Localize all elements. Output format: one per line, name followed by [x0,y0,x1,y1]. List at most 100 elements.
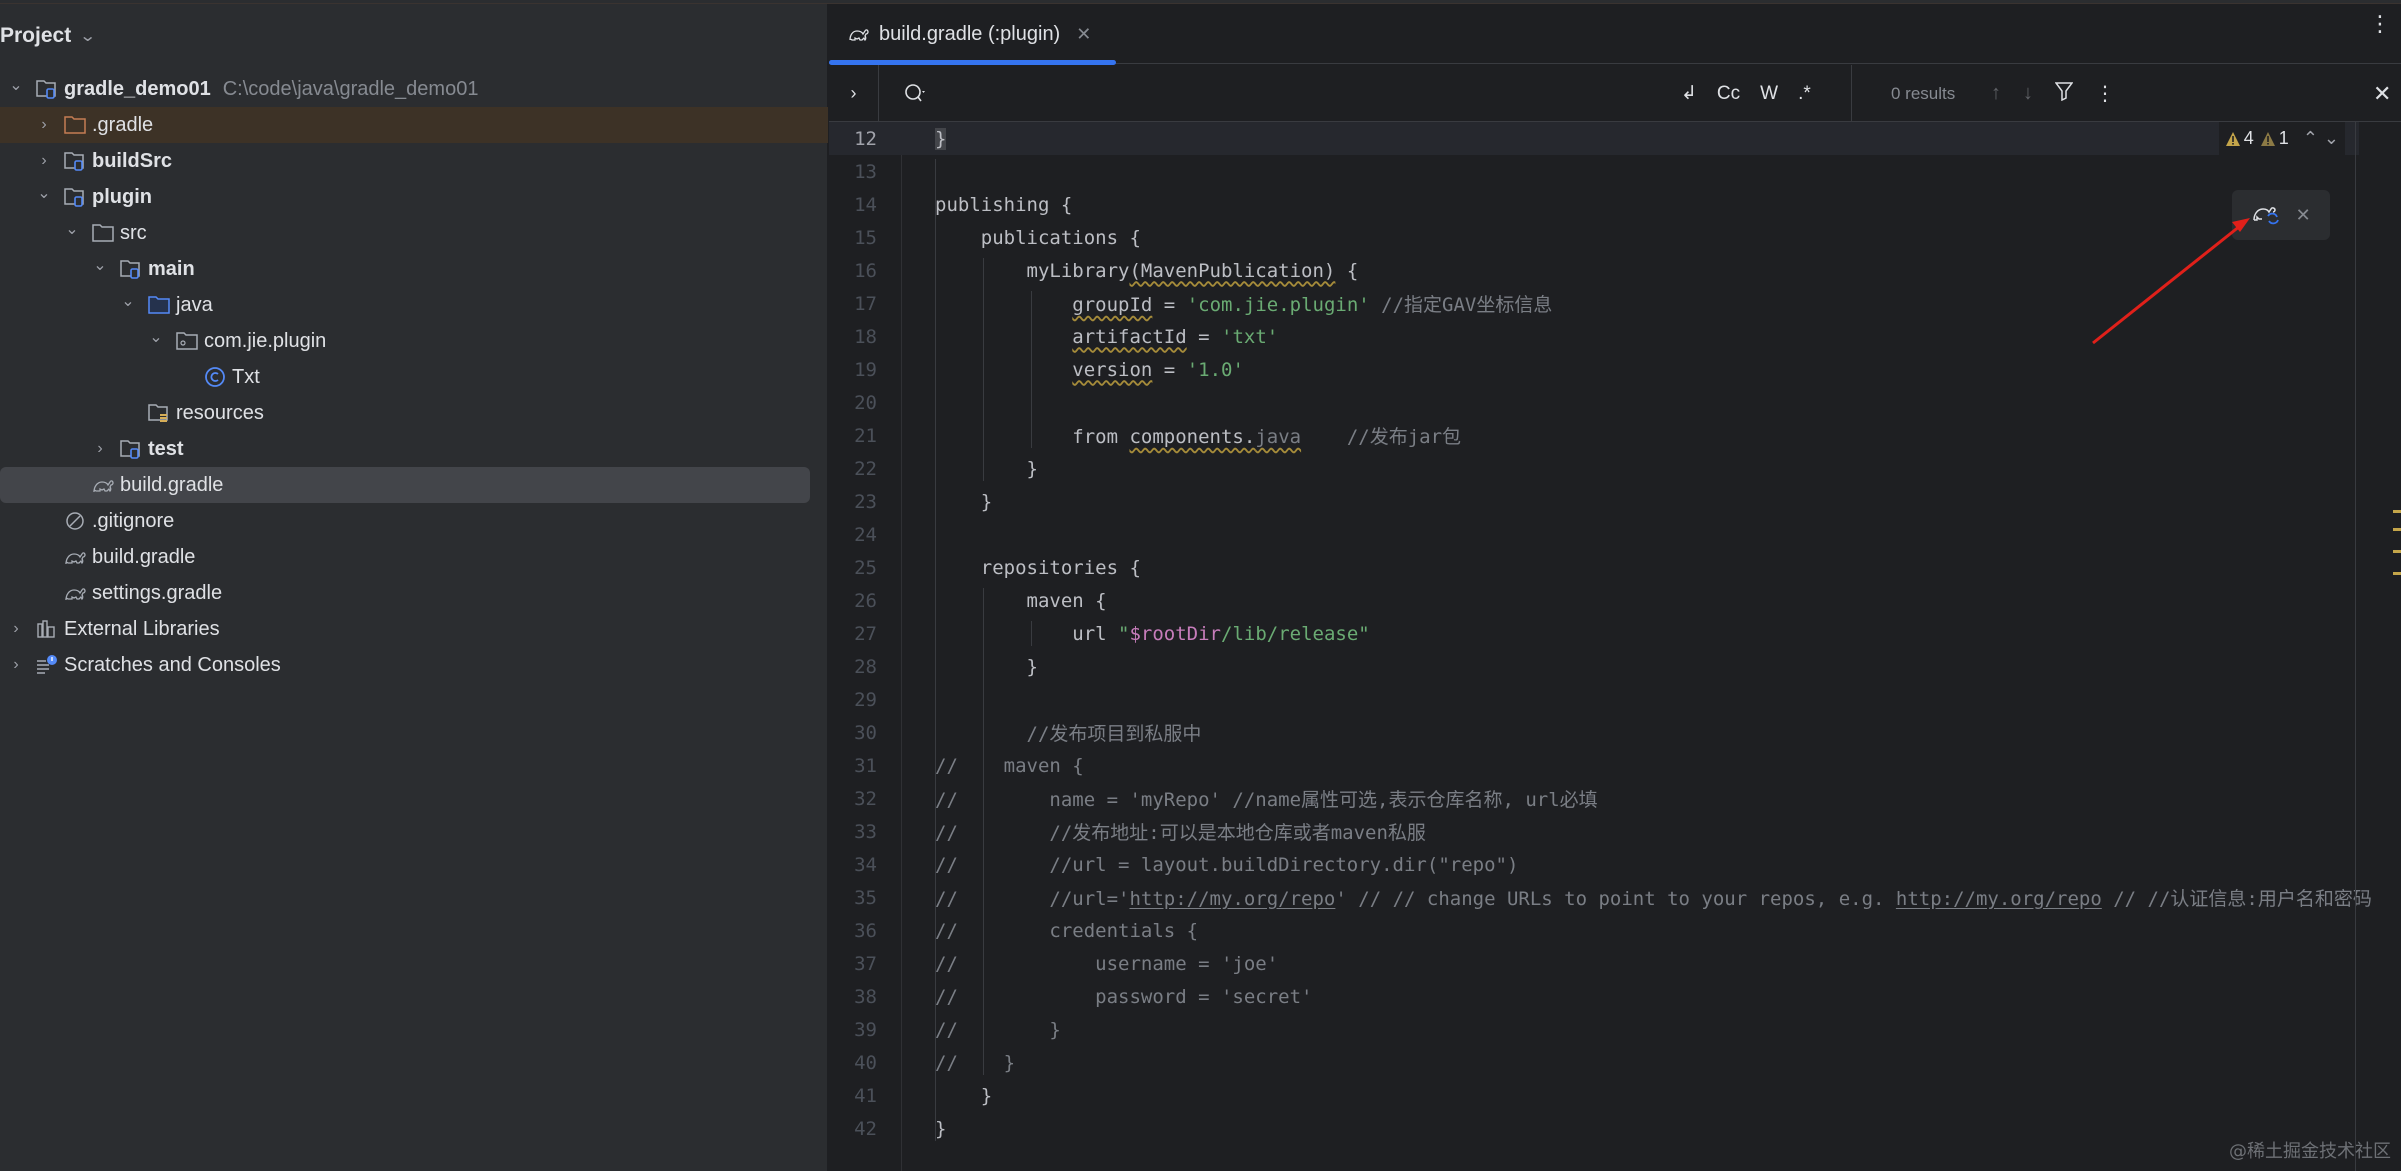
code-line[interactable]: 21 from components.java //发布jar包 [829,419,2359,452]
code-line[interactable]: 27 url "$rootDir/lib/release" [829,617,2359,650]
code-line[interactable]: 38 // password = 'secret' [829,980,2359,1013]
code-line[interactable]: 41 } [829,1079,2359,1112]
whole-words-option[interactable]: W [1760,83,1778,105]
line-number[interactable]: 23 [829,491,877,513]
tree-item[interactable]: ⌄ src [0,215,828,251]
code-line[interactable]: 28 } [829,650,2359,683]
weak-warnings-count[interactable]: 1 [2260,128,2289,149]
search-history-icon[interactable] [901,79,931,109]
line-number[interactable]: 42 [829,1118,877,1140]
tree-item[interactable]: ›resources [0,395,828,431]
line-number[interactable]: 38 [829,986,877,1008]
line-number[interactable]: 26 [829,590,877,612]
line-number[interactable]: 14 [829,194,877,216]
tree-item[interactable]: ›Txt [0,359,828,395]
warning-marker[interactable] [2393,550,2401,553]
previous-highlight-icon[interactable]: ⌃ [2303,128,2318,149]
code-line[interactable]: 37 // username = 'joe' [829,947,2359,980]
line-number[interactable]: 18 [829,326,877,348]
tree-item[interactable]: ›.gitignore [0,503,828,539]
chevron-right-icon[interactable]: › [6,619,26,639]
code-line[interactable]: 16 myLibrary(MavenPublication) { [829,254,2359,287]
close-find-icon[interactable]: ✕ [2373,65,2401,122]
line-number[interactable]: 13 [829,161,877,183]
expand-replace-toggle[interactable]: › [829,65,879,122]
tree-item[interactable]: › External Libraries [0,611,828,647]
code-line[interactable]: 42} [829,1112,2359,1145]
line-number[interactable]: 20 [829,392,877,414]
line-number[interactable]: 16 [829,260,877,282]
code-line[interactable]: 39 // } [829,1013,2359,1046]
project-view-selector[interactable]: Project ⌄ [0,18,97,54]
code-line[interactable]: 12} [829,122,2359,155]
tree-item[interactable]: › test [0,431,828,467]
chevron-down-icon[interactable]: ⌄ [118,291,138,311]
tree-item[interactable]: ⌄ com.jie.plugin [0,323,828,359]
code-line[interactable]: 22 } [829,452,2359,485]
code-line[interactable]: 19 version = '1.0' [829,353,2359,386]
line-number[interactable]: 34 [829,854,877,876]
warnings-count[interactable]: 4 [2225,128,2254,149]
more-tabs-icon[interactable]: ⋮ [2369,13,2391,35]
code-line[interactable]: 13 [829,155,2359,188]
code-line[interactable]: 35 // //url='http://my.org/repo' // // ch… [829,881,2372,914]
line-number[interactable]: 22 [829,458,877,480]
tab-build-gradle-plugin[interactable]: build.gradle (:plugin) ✕ [829,4,1116,65]
line-number[interactable]: 32 [829,788,877,810]
line-number[interactable]: 31 [829,755,877,777]
code-line[interactable]: 23 } [829,485,2359,518]
gradle-sync-icon[interactable] [2251,200,2281,231]
tree-item[interactable]: ⌄ gradle_demo01 C:\code\java\gradle_demo01 [0,71,828,107]
line-number[interactable]: 41 [829,1085,877,1107]
line-number[interactable]: 24 [829,524,877,546]
code-line[interactable]: 15 publications { [829,221,2359,254]
code-line[interactable]: 18 artifactId = 'txt' [829,320,2359,353]
tree-item[interactable]: ›build.gradle [0,467,810,503]
filter-icon[interactable] [2054,81,2074,107]
line-number[interactable]: 36 [829,920,877,942]
code-line[interactable]: 32 // name = 'myRepo' //name属性可选,表示仓库名称, … [829,782,2359,815]
chevron-right-icon[interactable]: › [34,115,54,135]
next-occurrence-icon[interactable]: ↓ [2023,82,2033,105]
previous-occurrence-icon[interactable]: ↑ [1991,82,2001,105]
tree-item[interactable]: ⌄ main [0,251,828,287]
chevron-down-icon[interactable]: ⌄ [146,327,166,347]
chevron-right-icon[interactable]: › [6,655,26,675]
code-line[interactable]: 36 // credentials { [829,914,2359,947]
line-number[interactable]: 28 [829,656,877,678]
code-line[interactable]: 17 groupId = 'com.jie.plugin' //指定GAV坐标信… [829,287,2359,320]
new-line-option[interactable]: ↲ [1681,82,1697,105]
line-number[interactable]: 30 [829,722,877,744]
line-number[interactable]: 35 [829,887,877,909]
code-editor[interactable]: 12} 13 14 publishing {15 publications {16 m… [829,122,2401,1171]
line-number[interactable]: 15 [829,227,877,249]
code-line[interactable]: 30 //发布项目到私服中 [829,716,2359,749]
line-number[interactable]: 21 [829,425,877,447]
tree-item[interactable]: ⌄ java [0,287,828,323]
close-popup-icon[interactable]: ✕ [2296,205,2311,226]
line-number[interactable]: 37 [829,953,877,975]
tree-item[interactable]: ›settings.gradle [0,575,828,611]
warning-marker[interactable] [2393,528,2401,531]
code-line[interactable]: 34 // //url = layout.buildDirectory.dir("… [829,848,2359,881]
code-line[interactable]: 26 maven { [829,584,2359,617]
tree-item[interactable]: ⌄ plugin [0,179,828,215]
chevron-down-icon[interactable]: ⌄ [90,255,110,275]
chevron-down-icon[interactable]: ⌄ [34,183,54,203]
line-number[interactable]: 27 [829,623,877,645]
tree-item[interactable]: › buildSrc [0,143,828,179]
line-number[interactable]: 39 [829,1019,877,1041]
code-line[interactable]: 20 [829,386,2359,419]
chevron-right-icon[interactable]: › [90,439,110,459]
warning-marker[interactable] [2393,510,2401,513]
close-tab-icon[interactable]: ✕ [1076,24,1091,45]
code-line[interactable]: 24 [829,518,2359,551]
tree-item[interactable]: › .gradle [0,107,828,143]
tree-item[interactable]: ›build.gradle [0,539,828,575]
code-line[interactable]: 29 [829,683,2359,716]
code-line[interactable]: 31 // maven { [829,749,2359,782]
regex-option[interactable]: .* [1798,83,1811,105]
warning-marker[interactable] [2393,572,2401,575]
error-stripe-scrollbar[interactable] [2355,122,2401,1171]
chevron-down-icon[interactable]: ⌄ [6,75,26,95]
